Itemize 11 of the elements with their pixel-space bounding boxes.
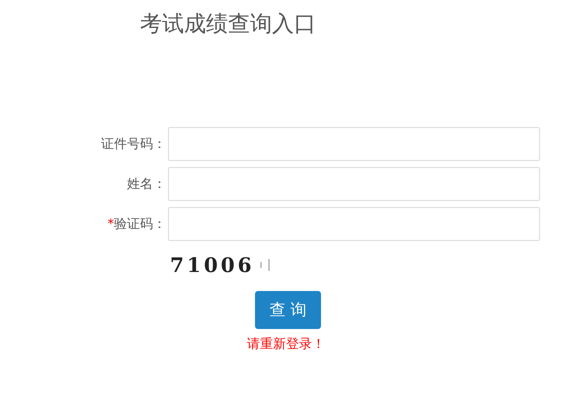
search-button[interactable]: 查 询 — [255, 291, 321, 329]
noise-icon — [258, 258, 271, 272]
input-field[interactable] — [168, 127, 540, 161]
field-label: *验证码： — [106, 216, 166, 233]
field-label: 证件号码： — [100, 136, 166, 153]
captcha-code: 71006 — [170, 253, 255, 277]
input-field[interactable] — [168, 207, 540, 241]
page-title: 考试成绩查询入口 — [140, 11, 317, 39]
error-message: 请重新登录！ — [247, 336, 326, 353]
field-label: 姓名： — [126, 176, 166, 193]
input-field[interactable] — [168, 167, 540, 201]
